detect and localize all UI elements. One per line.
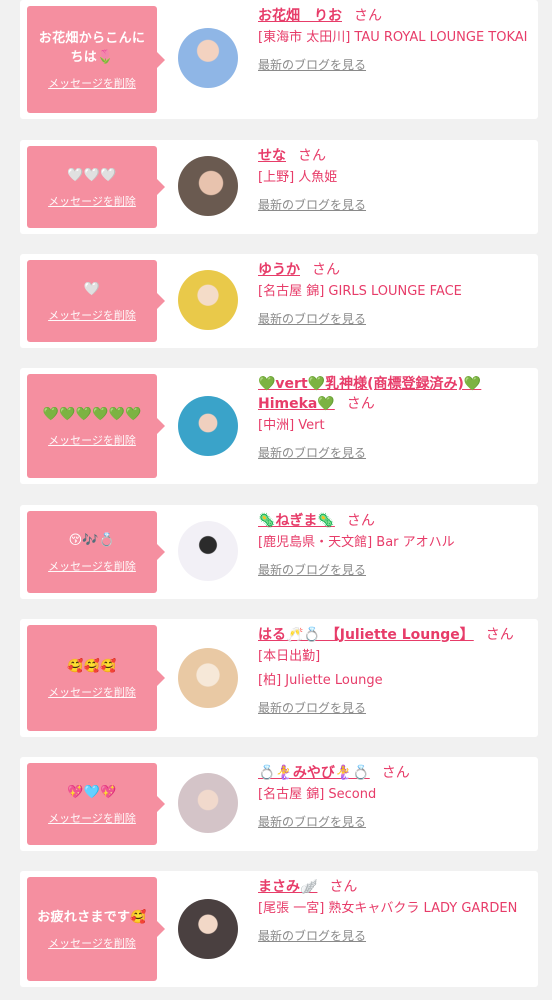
girl-name-link[interactable]: せな: [258, 148, 286, 164]
avatar[interactable]: [178, 270, 238, 330]
latest-blog-link[interactable]: 最新のブログを見る: [258, 444, 530, 461]
honorific: さん: [329, 879, 358, 895]
message-bubble: 🤍🤍🤍 メッセージを削除: [27, 146, 165, 228]
message-text: 💚💚💚💚💚💚: [42, 406, 142, 422]
latest-blog-link[interactable]: 最新のブログを見る: [258, 927, 530, 944]
latest-blog-link[interactable]: 最新のブログを見る: [258, 310, 530, 327]
girl-name-link[interactable]: お花畑 りお: [258, 8, 342, 24]
honorific: さん: [298, 148, 326, 164]
avatar[interactable]: [178, 648, 238, 708]
message-text: 💖🩵💖: [67, 784, 117, 800]
girl-name-link[interactable]: 🦠ねぎま🦠: [258, 513, 335, 529]
delete-message-link[interactable]: メッセージを削除: [48, 684, 136, 700]
shop-info: [鹿児島県・天文館] Bar アオハル: [258, 535, 455, 550]
message-bubble: お疲れさまです🥰 メッセージを削除: [27, 877, 165, 981]
honorific: さん: [381, 765, 410, 781]
delete-message-link[interactable]: メッセージを削除: [48, 193, 136, 209]
avatar[interactable]: [178, 396, 238, 456]
message-card: 💖🩵💖 メッセージを削除 💍🧜‍♀️みやび🧜‍♀️💍 さん [名古屋 錦] Sec…: [20, 757, 538, 851]
avatar[interactable]: [178, 899, 238, 959]
shop-info: [上野] 人魚姫: [258, 170, 338, 185]
delete-message-link[interactable]: メッセージを削除: [48, 935, 136, 951]
latest-blog-link[interactable]: 最新のブログを見る: [258, 561, 530, 578]
message-bubble: 🥰🥰🥰 メッセージを削除: [27, 625, 165, 731]
message-card: 🥰🥰🥰 メッセージを削除 はる🥂💍 【Juliette Lounge】 さん [本…: [20, 619, 538, 737]
message-bubble: 😚🎶💍 メッセージを削除: [27, 511, 165, 593]
girl-name-link[interactable]: ゆうか: [258, 262, 300, 278]
latest-blog-link[interactable]: 最新のブログを見る: [258, 813, 530, 830]
shop-info: [東海市 太田川] TAU ROYAL LOUNGE TOKAI: [258, 30, 528, 45]
message-text: お疲れさまです🥰: [37, 909, 147, 925]
message-card: お疲れさまです🥰 メッセージを削除 まさみ🪽 さん [尾張 一宮] 熟女キャバクラ…: [20, 871, 538, 987]
avatar[interactable]: [178, 521, 238, 581]
message-card: 🤍🤍🤍 メッセージを削除 せな さん [上野] 人魚姫 最新のブログを見る: [20, 140, 538, 234]
shop-info: [中洲] Vert: [258, 418, 325, 433]
honorific: さん: [312, 262, 340, 278]
honorific: さん: [354, 8, 382, 24]
shop-info: [本日出勤]: [258, 649, 321, 664]
message-card: 🤍 メッセージを削除 ゆうか さん [名古屋 錦] GIRLS LOUNGE FA…: [20, 254, 538, 348]
girl-name-link[interactable]: 💍🧜‍♀️みやび🧜‍♀️💍: [258, 765, 370, 781]
girl-name-link[interactable]: はる🥂💍 【Juliette Lounge】: [258, 627, 474, 643]
message-text: 😚🎶💍: [68, 532, 116, 548]
delete-message-link[interactable]: メッセージを削除: [48, 75, 136, 91]
shop-info: [名古屋 錦] GIRLS LOUNGE FACE: [258, 284, 462, 299]
message-bubble: 💖🩵💖 メッセージを削除: [27, 763, 165, 845]
message-card: 😚🎶💍 メッセージを削除 🦠ねぎま🦠 さん [鹿児島県・天文館] Bar アオハル…: [20, 505, 538, 599]
shop-info: [尾張 一宮] 熟女キャバクラ LADY GARDEN: [258, 901, 518, 916]
latest-blog-link[interactable]: 最新のブログを見る: [258, 196, 530, 213]
shop-info: [名古屋 錦] Second: [258, 787, 377, 802]
delete-message-link[interactable]: メッセージを削除: [48, 432, 136, 448]
message-card: お花畑からこんにちは🌷 メッセージを削除 お花畑 りお さん [東海市 太田川] …: [20, 0, 538, 119]
latest-blog-link[interactable]: 最新のブログを見る: [258, 56, 530, 73]
message-text: 🥰🥰🥰: [67, 658, 117, 674]
message-text: 🤍🤍🤍: [67, 167, 117, 183]
latest-blog-link[interactable]: 最新のブログを見る: [258, 699, 530, 716]
message-text: お花畑からこんにちは🌷: [38, 30, 146, 65]
avatar[interactable]: [178, 28, 238, 88]
honorific: さん: [346, 513, 375, 529]
message-card: 💚💚💚💚💚💚 メッセージを削除 💚vert💚乳神様(商標登録済み)💚Himeka…: [20, 368, 538, 484]
shop-info: [柏] Juliette Lounge: [258, 673, 383, 688]
delete-message-link[interactable]: メッセージを削除: [48, 558, 136, 574]
delete-message-link[interactable]: メッセージを削除: [48, 810, 136, 826]
avatar[interactable]: [178, 156, 238, 216]
message-bubble: 💚💚💚💚💚💚 メッセージを削除: [27, 374, 165, 478]
message-bubble: 🤍 メッセージを削除: [27, 260, 165, 342]
delete-message-link[interactable]: メッセージを削除: [48, 307, 136, 323]
girl-name-link[interactable]: まさみ🪽: [258, 879, 317, 895]
honorific: さん: [485, 627, 514, 643]
message-bubble: お花畑からこんにちは🌷 メッセージを削除: [27, 6, 165, 113]
honorific: さん: [346, 396, 375, 412]
avatar[interactable]: [178, 773, 238, 833]
message-text: 🤍: [83, 281, 101, 297]
